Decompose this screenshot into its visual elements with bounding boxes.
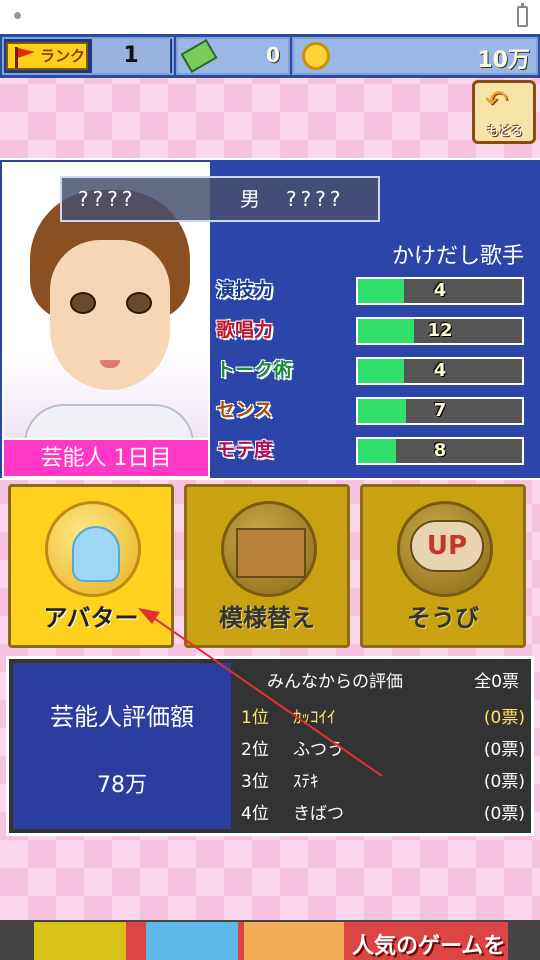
flag-icon (15, 47, 35, 68)
stat-bar: 8 (356, 437, 524, 465)
battery-icon (517, 3, 528, 27)
stat-value: 8 (433, 440, 447, 461)
rank-label-text: ランク (40, 47, 86, 65)
remodel-button-label: 模様替え (219, 604, 315, 632)
ranking-votes: (0票) (483, 804, 525, 824)
stat-value: 4 (433, 360, 447, 381)
ranking-votes: (0票) (483, 708, 525, 728)
ranking-position: 4位 (241, 804, 269, 824)
ticket-count: 0 (266, 43, 280, 67)
stat-row: 演技力 4 (216, 274, 532, 306)
money-value: 10万 (477, 48, 530, 73)
ranking-row: 1位 ｶｯｺｲｲ (0票) (241, 703, 525, 733)
money-panel: 10万 (292, 37, 538, 75)
ranking-name: ｶｯｺｲｲ (293, 708, 336, 728)
evaluation-heading: みんなからの評価 (267, 672, 403, 692)
stat-value: 4 (433, 280, 447, 301)
ranking-row: 2位 ふつう (0票) (241, 735, 525, 765)
stat-bar: 4 (356, 277, 524, 305)
stat-value: 12 (427, 320, 453, 341)
ranking-name: きばつ (293, 804, 344, 824)
back-button-label: もどる (487, 124, 523, 138)
ranking-name: ｽﾃｷ (293, 772, 319, 792)
ranking-votes: (0票) (483, 740, 525, 760)
stat-name: モテ度 (216, 439, 274, 461)
ranking-name: ふつう (293, 740, 344, 760)
stat-row: センス 7 (216, 394, 532, 426)
player-name: ???? (78, 187, 137, 211)
rank-value: 1 (92, 39, 170, 73)
avatar-button[interactable]: アバター (8, 484, 174, 648)
stat-value: 7 (433, 400, 447, 421)
avatar-eye-left (70, 292, 96, 314)
ad-thumbnail-1 (34, 922, 126, 960)
evaluation-ranking: みんなからの評価 全0票 1位 ｶｯｺｲｲ (0票) 2位 ふつう (0票) 3… (235, 659, 531, 833)
stat-row: トーク術 4 (216, 354, 532, 386)
stat-bar: 4 (356, 357, 524, 385)
avatar-icon (72, 526, 120, 582)
ad-banner-image[interactable]: 人気のゲームを (34, 922, 508, 960)
back-button[interactable]: ↶ もどる (472, 80, 536, 144)
remodel-button-circle (221, 501, 317, 597)
equip-button[interactable]: UP そうび (360, 484, 526, 648)
player-name-2: ???? (286, 187, 345, 211)
ad-thumbnail-2 (146, 922, 238, 960)
equip-button-circle: UP (397, 501, 493, 597)
rank-panel: ランク 1 (2, 37, 174, 75)
evaluation-total: 全0票 (474, 672, 519, 692)
player-gender: 男 (240, 187, 260, 211)
stat-row: 歌唱力 12 (216, 314, 532, 346)
rank-badge: ランク (6, 42, 88, 70)
stat-name: 歌唱力 (216, 319, 274, 341)
stat-bar: 12 (356, 317, 524, 345)
ticket-icon (180, 38, 218, 74)
ranking-votes: (0票) (483, 772, 525, 792)
up-badge-icon: UP (410, 520, 484, 572)
top-bar: ランク 1 0 10万 (0, 34, 540, 78)
ticket-panel: 0 (176, 37, 290, 75)
equip-button-label: そうび (407, 604, 479, 632)
evaluation-amount: 78万 (97, 773, 147, 798)
status-bar (0, 0, 540, 34)
stat-name: 演技力 (216, 279, 274, 301)
stat-bar: 7 (356, 397, 524, 425)
avatar-button-circle (45, 501, 141, 597)
stat-name: センス (216, 399, 273, 421)
day-label: 芸能人 1日目 (4, 438, 208, 476)
stat-name: トーク術 (216, 359, 293, 381)
evaluation-title: 芸能人評価額 (50, 703, 194, 731)
remodel-button[interactable]: 模様替え (184, 484, 350, 648)
name-bar: ???? 男 ???? (60, 176, 380, 222)
job-title: かけだし歌手 (391, 244, 524, 269)
notification-dot-icon (14, 12, 21, 19)
stat-row: モテ度 8 (216, 434, 532, 466)
avatar-eye-right (126, 292, 152, 314)
evaluation-summary: 芸能人評価額 78万 (13, 663, 231, 829)
ranking-position: 3位 (241, 772, 269, 792)
room-icon (236, 528, 306, 578)
coin-icon (302, 42, 330, 70)
ranking-row: 4位 きばつ (0票) (241, 799, 525, 829)
ad-banner[interactable]: 人気のゲームを (0, 920, 540, 960)
ranking-position: 2位 (241, 740, 269, 760)
return-arrow-icon: ↶ (485, 84, 509, 117)
ad-thumbnail-3 (244, 922, 344, 960)
ad-text: 人気のゲームを (352, 934, 506, 959)
ranking-row: 3位 ｽﾃｷ (0票) (241, 767, 525, 797)
avatar-button-label: アバター (43, 604, 139, 632)
evaluation-panel: 芸能人評価額 78万 みんなからの評価 全0票 1位 ｶｯｺｲｲ (0票) 2位… (6, 656, 534, 836)
ranking-position: 1位 (241, 708, 269, 728)
profile-panel: 芸能人 1日目 ???? 男 ???? かけだし歌手 演技力 4 歌唱力 12 トーク術… (0, 158, 540, 480)
